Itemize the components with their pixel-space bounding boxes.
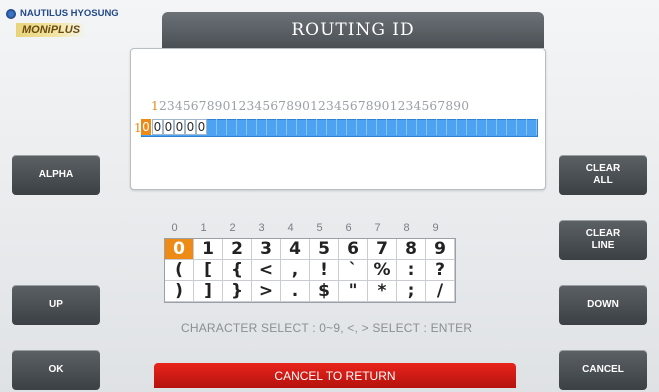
input-empty-slot [327, 119, 337, 135]
input-char: 0 [163, 119, 174, 135]
ok-button[interactable]: OK [12, 350, 100, 390]
key-button[interactable]: ] [194, 281, 223, 302]
input-empty-slot [487, 119, 497, 135]
key-button[interactable]: ; [397, 281, 426, 302]
company-name: NAUTILUS HYOSUNG [20, 8, 119, 19]
key-button[interactable]: / [426, 281, 455, 302]
input-empty-slot [217, 119, 227, 135]
input-empty-slot [287, 119, 297, 135]
keyboard-column-header: 0 [171, 222, 178, 234]
cancel-button[interactable]: CANCEL [559, 350, 647, 390]
input-empty-slot [367, 119, 377, 135]
keyboard-column-header: 6 [345, 222, 352, 234]
input-empty-slot [337, 119, 347, 135]
keyboard-column-header: 7 [374, 222, 381, 234]
down-button[interactable]: DOWN [559, 285, 647, 325]
key-button[interactable]: : [397, 260, 426, 281]
input-empty-slot [277, 119, 287, 135]
key-button[interactable]: ) [165, 281, 194, 302]
key-button[interactable]: ! [310, 260, 339, 281]
key-button[interactable]: ` [339, 260, 368, 281]
input-empty-slot [377, 119, 387, 135]
input-empty-slot [467, 119, 477, 135]
key-button[interactable]: * [368, 281, 397, 302]
clear-line-button[interactable]: CLEAR LINE [559, 220, 647, 260]
input-empty-slot [517, 119, 527, 135]
input-empty-slot [307, 119, 317, 135]
key-button[interactable]: 9 [426, 239, 455, 260]
input-empty-slot [207, 119, 217, 135]
clear-all-button[interactable]: CLEAR ALL [559, 155, 647, 195]
key-button[interactable]: 3 [252, 239, 281, 260]
key-button[interactable]: { [223, 260, 252, 281]
keyboard-column-header: 3 [258, 222, 265, 234]
input-empty-slot [267, 119, 277, 135]
key-button[interactable]: 5 [310, 239, 339, 260]
key-button[interactable]: " [339, 281, 368, 302]
cancel-to-return-button[interactable]: CANCEL TO RETURN [154, 363, 516, 388]
input-empty-slot [477, 119, 487, 135]
keyboard-column-header: 5 [316, 222, 323, 234]
keyboard-column-header: 2 [229, 222, 236, 234]
key-button[interactable]: > [252, 281, 281, 302]
input-empty-slot [417, 119, 427, 135]
input-characters: 000000 [141, 119, 537, 135]
brand-mark-icon [6, 8, 16, 19]
input-char: 0 [174, 119, 185, 135]
key-button[interactable]: % [368, 260, 397, 281]
key-button[interactable]: 8 [397, 239, 426, 260]
input-cursor-char: 0 [141, 119, 152, 135]
input-empty-slot [247, 119, 257, 135]
key-button[interactable]: 2 [223, 239, 252, 260]
instruction-hint: CHARACTER SELECT : 0~9, <, > SELECT : EN… [181, 321, 473, 335]
input-empty-slot [407, 119, 417, 135]
key-button[interactable]: < [252, 260, 281, 281]
keyboard-column-headers: 0 1 2 3 4 5 6 7 8 9 [160, 222, 450, 234]
screen-title: ROUTING ID [162, 12, 544, 48]
key-button[interactable]: 4 [281, 239, 310, 260]
input-empty-slot [397, 119, 407, 135]
keyboard-grid: 0 1 2 3 4 5 6 7 8 9 ([{<,! `%:?)]} >. $ " *; / [164, 238, 456, 303]
input-empty-slot [227, 119, 237, 135]
key-button[interactable]: ( [165, 260, 194, 281]
input-empty-slot [457, 119, 467, 135]
up-button[interactable]: UP [12, 285, 100, 325]
key-button[interactable]: 7 [368, 239, 397, 260]
input-empty-slot [447, 119, 457, 135]
input-empty-slot [507, 119, 517, 135]
key-button[interactable]: ? [426, 260, 455, 281]
input-char: 0 [152, 119, 163, 135]
input-empty-slot [437, 119, 447, 135]
input-display-panel: 1234567890123456789012345678901234567890… [130, 48, 546, 190]
input-empty-slot [387, 119, 397, 135]
keyboard-column-header: 1 [200, 222, 207, 234]
key-button[interactable]: 0 [165, 239, 194, 260]
keyboard-column-header: 4 [287, 222, 294, 234]
key-button[interactable]: 6 [339, 239, 368, 260]
input-empty-slot [257, 119, 267, 135]
key-button[interactable]: } [223, 281, 252, 302]
input-char: 0 [196, 119, 207, 135]
product-name: MONiPLUS [16, 23, 87, 37]
key-button[interactable]: $ [310, 281, 339, 302]
keyboard-column-header: 8 [403, 222, 410, 234]
input-empty-slot [237, 119, 247, 135]
keyboard-column-header: 9 [432, 222, 439, 234]
input-empty-slot [527, 119, 537, 135]
key-button[interactable]: [ [194, 260, 223, 281]
column-ruler: 1234567890123456789012345678901234567890 [151, 99, 470, 113]
input-empty-slot [427, 119, 437, 135]
input-empty-slot [297, 119, 307, 135]
key-button[interactable]: 1 [194, 239, 223, 260]
input-empty-slot [497, 119, 507, 135]
input-empty-slot [357, 119, 367, 135]
key-button[interactable]: , [281, 260, 310, 281]
alpha-button[interactable]: ALPHA [12, 155, 100, 195]
input-empty-slot [317, 119, 327, 135]
input-empty-slot [347, 119, 357, 135]
key-button[interactable]: . [281, 281, 310, 302]
brand-logo: NAUTILUS HYOSUNG MONiPLUS [6, 8, 156, 48]
input-char: 0 [185, 119, 196, 135]
